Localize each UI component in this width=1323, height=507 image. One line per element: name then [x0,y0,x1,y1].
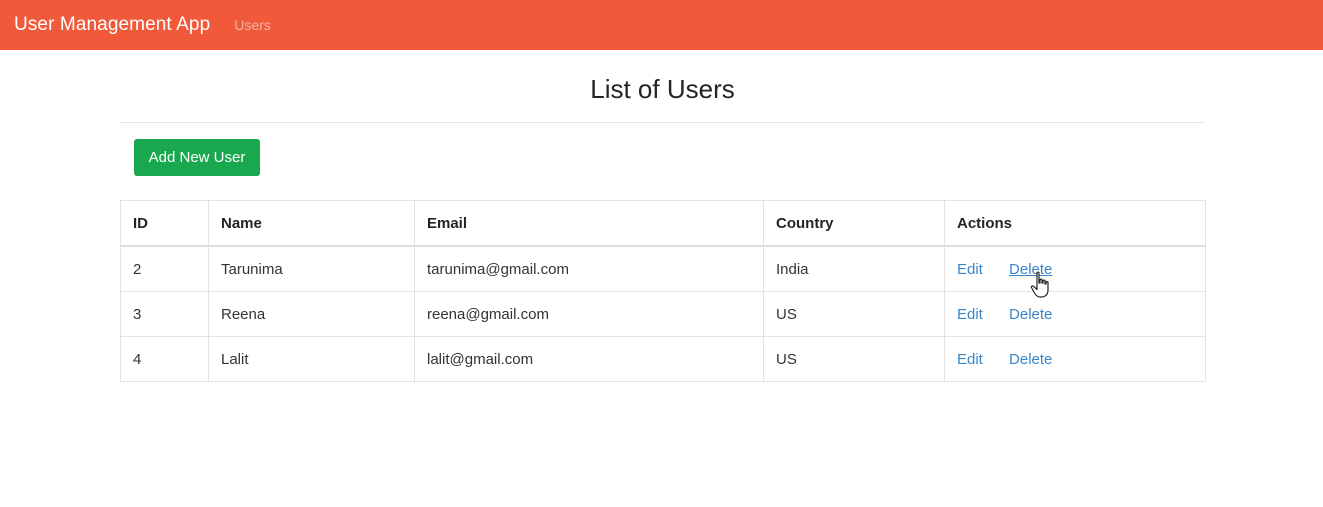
cell-name: Reena [208,291,415,337]
cell-name: Lalit [208,336,415,382]
page-title: List of Users [590,74,735,104]
app-brand[interactable]: User Management App [14,14,210,36]
header-id: ID [120,200,209,247]
cell-actions: Edit Delete [944,336,1206,382]
header-country: Country [763,200,945,247]
header-name: Name [208,200,415,247]
cell-country: India [763,245,945,292]
cell-country: US [763,291,945,337]
header-email: Email [414,200,764,247]
cell-actions: Edit Delete [944,245,1206,292]
edit-link[interactable]: Edit [957,306,983,323]
edit-link[interactable]: Edit [957,351,983,368]
cell-email: lalit@gmail.com [414,336,764,382]
delete-link[interactable]: Delete [1009,351,1052,368]
navbar: User Management App Users [0,0,1323,50]
cell-email: reena@gmail.com [414,291,764,337]
cell-country: US [763,336,945,382]
cell-id: 3 [120,291,209,337]
table-header-row: ID Name Email Country Actions [120,200,1206,247]
table-row: 4 Lalit lalit@gmail.com US Edit Delete [120,336,1206,382]
cell-id: 2 [120,245,209,292]
hand-pointer-icon [1030,271,1049,298]
delete-link[interactable]: Delete [1009,306,1052,323]
header-actions: Actions [944,200,1206,247]
cell-id: 4 [120,336,209,382]
title-divider [120,122,1205,123]
edit-link[interactable]: Edit [957,261,983,278]
cell-email: tarunima@gmail.com [414,245,764,292]
nav-link-users[interactable]: Users [234,17,271,33]
add-new-user-button[interactable]: Add New User [134,139,260,176]
cell-name: Tarunima [208,245,415,292]
cell-actions: Edit Delete [944,291,1206,337]
